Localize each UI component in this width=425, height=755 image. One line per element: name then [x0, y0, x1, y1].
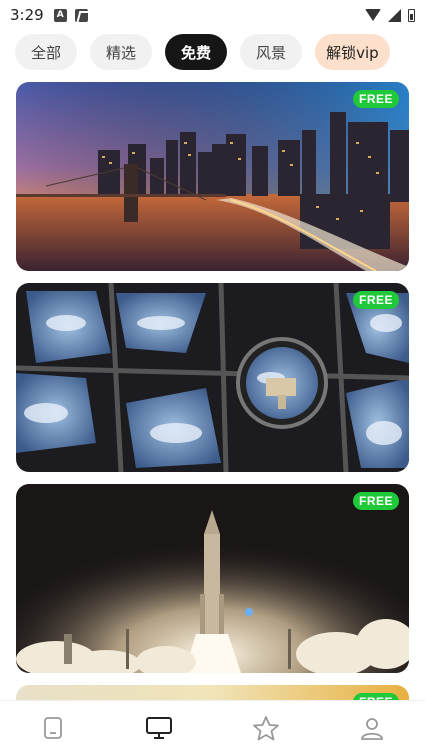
- nav-phone-wallpaper[interactable]: [33, 708, 73, 748]
- rocket-launch-image: [16, 484, 409, 673]
- notification-app-icon: [74, 8, 88, 22]
- notification-icons: A: [53, 8, 88, 22]
- tab-all[interactable]: 全部: [15, 34, 78, 70]
- free-badge: FREE: [352, 291, 399, 309]
- monitor-icon: [146, 717, 173, 739]
- profile-icon: [360, 718, 383, 740]
- status-time: 3:29: [10, 6, 44, 24]
- notification-a-icon: A: [53, 8, 67, 22]
- status-bar: 3:29 A: [0, 0, 425, 30]
- wallpaper-list: FREE FREE FREE: [16, 82, 409, 715]
- phone-icon: [44, 717, 63, 739]
- nav-desktop-wallpaper[interactable]: [139, 708, 179, 748]
- free-badge: FREE: [352, 492, 399, 510]
- system-icons: [365, 8, 415, 22]
- star-icon: [252, 716, 279, 741]
- wifi-icon: [365, 9, 381, 21]
- wallpaper-card-rocket[interactable]: FREE: [16, 484, 409, 673]
- wallpaper-card-city[interactable]: FREE: [16, 82, 409, 271]
- tab-free[interactable]: 免费: [165, 34, 228, 70]
- nav-profile[interactable]: [352, 708, 392, 748]
- free-badge: FREE: [352, 90, 399, 108]
- tab-featured[interactable]: 精选: [90, 34, 153, 70]
- tab-unlock-vip[interactable]: 解锁vip: [315, 34, 390, 70]
- bottom-navigation: [0, 700, 425, 755]
- category-tabs: 全部 精选 免费 风景 解锁vip: [15, 34, 390, 70]
- nav-favorites[interactable]: [246, 708, 286, 748]
- city-skyline-image: [16, 82, 409, 271]
- tab-scenery[interactable]: 风景: [240, 34, 303, 70]
- space-station-image: [16, 283, 409, 472]
- signal-icon: [388, 8, 401, 22]
- battery-icon: [408, 8, 415, 22]
- wallpaper-card-space-station[interactable]: FREE: [16, 283, 409, 472]
